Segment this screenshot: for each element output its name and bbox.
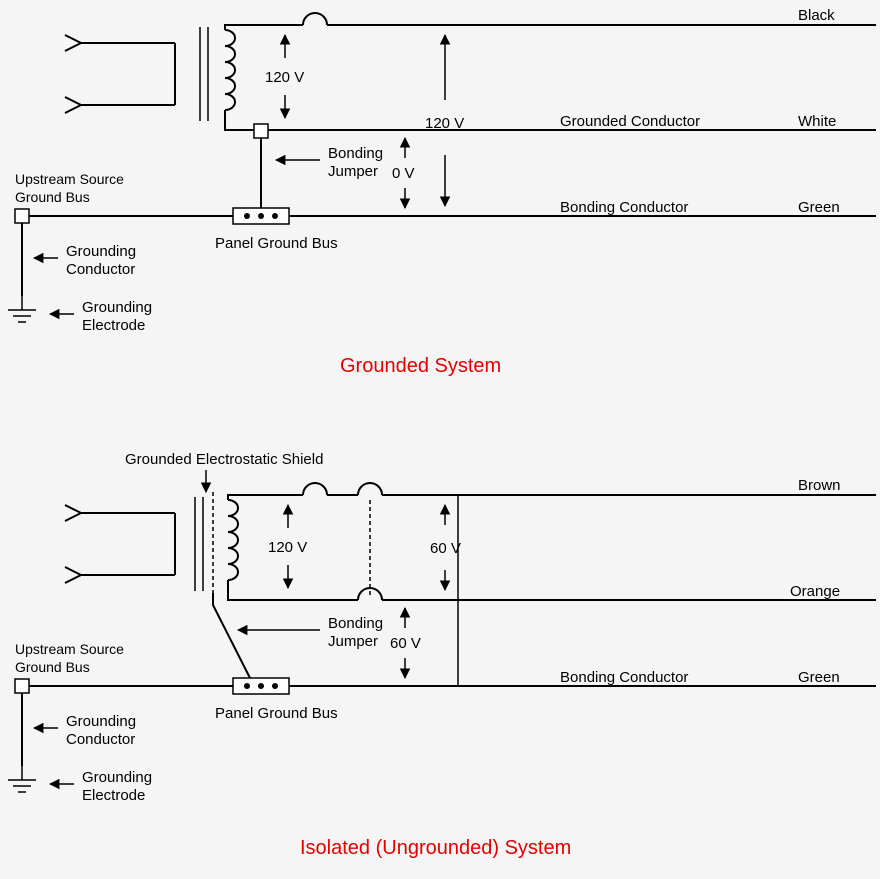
bonding-jumper-open [213,593,250,678]
grounding-electrode-icon [8,296,36,322]
voltage-label-zero: 0 V [392,165,415,182]
grounded-title: Grounded System [340,355,501,377]
bonding-jumper-label-1: Bonding [328,145,383,162]
bonding-jumper-label-2: Jumper [328,633,378,650]
bonding-jumper-label-1: Bonding [328,615,383,632]
white-label: White [798,113,836,130]
grounding-conductor-label-2: Conductor [66,261,135,278]
grounding-electrode-label-1: Grounding [82,299,152,316]
upstream-label-2: Ground Bus [15,189,90,205]
transformer-core [200,27,208,121]
brown-label: Brown [798,477,841,494]
green-label: Green [798,669,840,686]
secondary-winding [228,500,238,580]
grounded-conductor-label: Grounded Conductor [560,113,700,130]
panel-ground-bus-icon [233,678,289,694]
isolated-title: Isolated (Ungrounded) System [300,837,571,859]
orange-label: Orange [790,583,840,600]
voltage-label-xfmr: 120 V [265,69,304,86]
upstream-label-1: Upstream Source [15,641,124,657]
green-label: Green [798,199,840,216]
grounding-conductor-label-1: Grounding [66,713,136,730]
isolated-system: Grounded Electrostatic Shield 120 V [8,451,876,859]
voltage-label-total: 120 V [425,115,464,132]
grounded-system: 120 V 120 V 0 V Grounded Conductor Black… [8,7,876,377]
wire-hop [303,483,327,498]
primary-winding [65,35,175,113]
upstream-bus-box [15,209,29,223]
bonding-conductor-label: Bonding Conductor [560,199,688,216]
panel-ground-bus-label: Panel Ground Bus [215,705,338,722]
black-label: Black [798,7,835,24]
neutral-tap [254,124,268,138]
grounding-conductor-label-1: Grounding [66,243,136,260]
panel-ground-bus-label: Panel Ground Bus [215,235,338,252]
transformer-core [195,497,203,591]
wire-hop [303,13,327,28]
shield-label: Grounded Electrostatic Shield [125,451,323,468]
grounding-electrode-label-1: Grounding [82,769,152,786]
grounding-electrode-label-2: Electrode [82,787,145,804]
primary-winding [65,505,175,583]
bonding-conductor-label: Bonding Conductor [560,669,688,686]
wire-hop [358,588,382,603]
voltage-label-xfmr: 120 V [268,539,307,556]
upstream-bus-box [15,679,29,693]
grounding-electrode-label-2: Electrode [82,317,145,334]
bonding-jumper-label-2: Jumper [328,163,378,180]
panel-ground-bus-icon [233,208,289,224]
white-conductor [225,110,876,130]
upstream-label-2: Ground Bus [15,659,90,675]
orange-conductor [228,580,876,600]
grounding-conductor-label-2: Conductor [66,731,135,748]
grounding-electrode-icon [8,766,36,792]
secondary-winding [225,30,235,110]
voltage-label-lower: 60 V [390,635,421,652]
wire-hop [358,483,382,498]
voltage-label-upper: 60 V [430,540,461,557]
diagram-root: 120 V 120 V 0 V Grounded Conductor Black… [0,0,880,879]
upstream-label-1: Upstream Source [15,171,124,187]
